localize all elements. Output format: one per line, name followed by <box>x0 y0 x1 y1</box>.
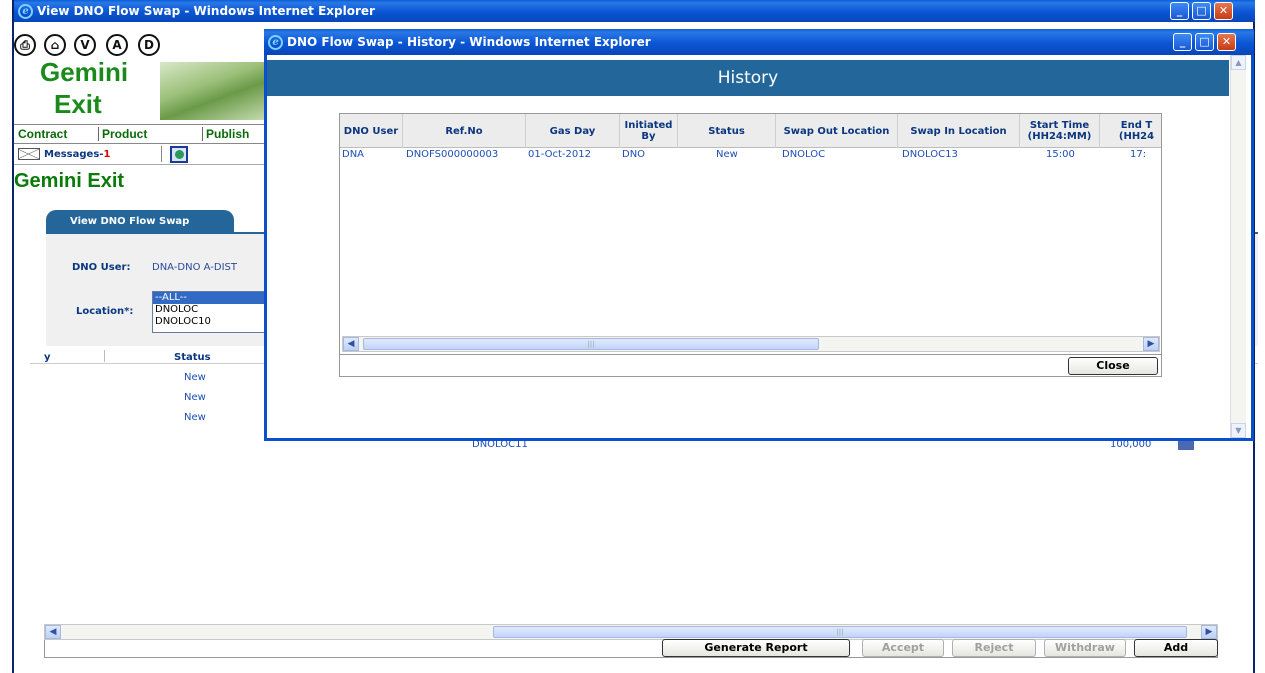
view-circle-button[interactable]: V <box>74 34 96 56</box>
nav-publish[interactable]: Publish <box>206 127 249 141</box>
scroll-down-icon[interactable]: ▼ <box>1231 423 1246 438</box>
delete-circle-button[interactable]: D <box>138 34 160 56</box>
refresh-icon[interactable] <box>170 146 188 163</box>
scroll-up-icon[interactable]: ▲ <box>1231 55 1246 70</box>
cell-end-time: 17: <box>1130 149 1147 160</box>
scroll-left-icon[interactable]: ◀ <box>45 625 61 639</box>
cell-swap-out-location: DNOLOC <box>782 149 826 160</box>
main-window-title: View DNO Flow Swap - Windows Internet Ex… <box>37 4 375 18</box>
generate-report-button[interactable]: Generate Report <box>662 639 850 657</box>
table-row[interactable]: DNA DNOFS000000003 01-Oct-2012 DNO New D… <box>340 149 1161 163</box>
grid-header-partial: y <box>44 352 51 363</box>
scroll-right-icon[interactable]: ▶ <box>1143 337 1159 351</box>
history-banner: History <box>267 60 1229 96</box>
cell-status: New <box>716 149 738 160</box>
col-status: Status <box>678 114 776 148</box>
main-titlebar: e View DNO Flow Swap - Windows Internet … <box>14 0 1255 22</box>
history-table-header: DNO User Ref.No Gas Day Initiated By Sta… <box>340 114 1161 148</box>
popup-close-window-button[interactable]: ✕ <box>1217 33 1236 51</box>
location-option[interactable]: --ALL-- <box>153 292 281 304</box>
grid-status-cell: New <box>184 412 206 423</box>
withdraw-button[interactable]: Withdraw <box>1044 639 1126 657</box>
popup-maximize-button[interactable]: □ <box>1195 33 1214 51</box>
col-initiated-by: Initiated By <box>620 114 678 148</box>
nav-product[interactable]: Product <box>102 127 147 141</box>
history-banner-title: History <box>717 68 779 88</box>
popup-titlebar: e DNO Flow Swap - History - Windows Inte… <box>264 29 1254 55</box>
nav-contract[interactable]: Contract <box>18 127 67 141</box>
cell-gas-day: 01-Oct-2012 <box>528 149 591 160</box>
maximize-button[interactable]: □ <box>1192 2 1211 20</box>
table-bottom-divider <box>340 354 1161 355</box>
ie-logo-icon: e <box>268 34 283 50</box>
location-option[interactable]: DNOLOC10 <box>153 316 281 328</box>
print-icon[interactable]: ⎙ <box>14 34 36 56</box>
page-title: Gemini Exit <box>14 170 125 192</box>
cell-initiated-by: DNO <box>622 149 646 160</box>
reject-button[interactable]: Reject <box>952 639 1036 657</box>
main-hscrollbar[interactable]: ◀ ||| ▶ <box>44 624 1218 640</box>
scroll-thumb[interactable]: ||| <box>363 338 819 350</box>
location-listbox[interactable]: --ALL-- DNOLOC DNOLOC10 <box>152 291 282 333</box>
add-circle-button[interactable]: A <box>106 34 128 56</box>
history-table: DNO User Ref.No Gas Day Initiated By Sta… <box>339 113 1162 377</box>
col-dno-user: DNO User <box>340 114 403 148</box>
messages-bar: Messages-1 <box>14 145 266 165</box>
grid-frame <box>44 640 1218 658</box>
brand-line-2: Exit <box>54 89 102 119</box>
cell-ref-no: DNOFS000000003 <box>406 149 499 160</box>
close-window-button[interactable]: ✕ <box>1214 2 1233 20</box>
col-start-time: Start Time (HH24:MM) <box>1020 114 1100 148</box>
cell-start-time: 15:00 <box>1046 149 1075 160</box>
envelope-icon[interactable] <box>18 148 40 160</box>
brand-banner-image <box>160 62 266 120</box>
col-ref-no: Ref.No <box>403 114 526 148</box>
dno-user-value: DNA-DNO A-DIST <box>152 262 237 273</box>
tab-label: View DNO Flow Swap <box>70 216 190 227</box>
scroll-thumb[interactable]: ||| <box>493 626 1187 638</box>
ie-logo-icon: e <box>18 3 33 19</box>
home-icon[interactable]: ⌂ <box>44 34 66 56</box>
popup-vscrollbar[interactable]: ▲ ▼ <box>1230 55 1246 438</box>
col-swap-in-location: Swap In Location <box>898 114 1020 148</box>
popup-window-title: DNO Flow Swap - History - Windows Intern… <box>287 35 651 49</box>
cell-swap-in-location: DNOLOC13 <box>902 149 958 160</box>
dno-user-label: DNO User: <box>72 262 131 273</box>
accept-button[interactable]: Accept <box>862 639 944 657</box>
minimize-button[interactable]: _ <box>1170 2 1189 20</box>
cell-dno-user: DNA <box>342 149 365 160</box>
scroll-left-icon[interactable]: ◀ <box>343 337 359 351</box>
tab-view-dno-flow-swap[interactable]: View DNO Flow Swap <box>46 210 234 232</box>
grid-status-cell: New <box>184 372 206 383</box>
brand-line-1: Gemini <box>40 57 129 87</box>
location-option[interactable]: DNOLOC <box>153 304 281 316</box>
col-gas-day: Gas Day <box>526 114 620 148</box>
col-swap-out-location: Swap Out Location <box>776 114 898 148</box>
scroll-right-icon[interactable]: ▶ <box>1201 625 1217 639</box>
row-edit-icon[interactable] <box>1178 440 1194 450</box>
messages-label[interactable]: Messages- <box>44 149 103 160</box>
messages-count: 1 <box>103 149 111 160</box>
grid-header-status: Status <box>174 352 211 363</box>
nav-bar: Contract Product Publish <box>14 124 266 144</box>
popup-minimize-button[interactable]: _ <box>1173 33 1192 51</box>
history-popup-window: e DNO Flow Swap - History - Windows Inte… <box>264 29 1254 441</box>
close-button[interactable]: Close <box>1068 357 1158 375</box>
location-label: Location*: <box>76 306 134 317</box>
history-hscrollbar[interactable]: ◀ ||| ▶ <box>342 336 1160 352</box>
add-button[interactable]: Add <box>1134 639 1218 657</box>
col-end-time: End T (HH24 <box>1118 120 1155 142</box>
grid-status-cell: New <box>184 392 206 403</box>
